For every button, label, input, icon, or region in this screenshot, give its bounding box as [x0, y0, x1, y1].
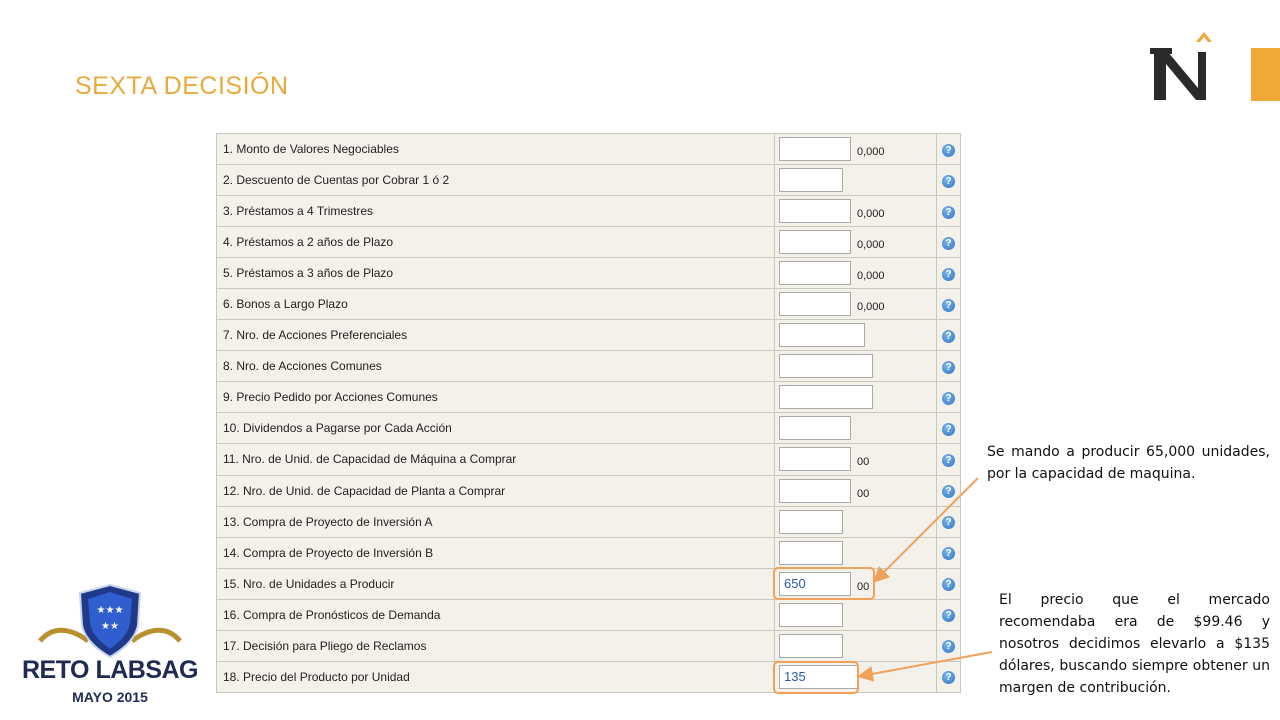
- arrow-price: [857, 651, 993, 682]
- svg-text:★★★: ★★★: [97, 605, 124, 616]
- badge-subtitle: MAYO 2015: [72, 689, 148, 705]
- callout-production: Se mando a producir 65,000 unidades, por…: [987, 444, 1270, 482]
- badge-title: RETO LABSAG: [22, 656, 199, 684]
- reto-labsag-badge: ★★★ ★★ RETO LABSAG MAYO 2015: [20, 583, 200, 713]
- callout-price: El precio que el mercado recomendaba era…: [999, 592, 1270, 696]
- shield-logo-icon: ★★★ ★★: [38, 583, 182, 659]
- arrow-units: [873, 477, 979, 583]
- svg-text:★★: ★★: [101, 621, 119, 632]
